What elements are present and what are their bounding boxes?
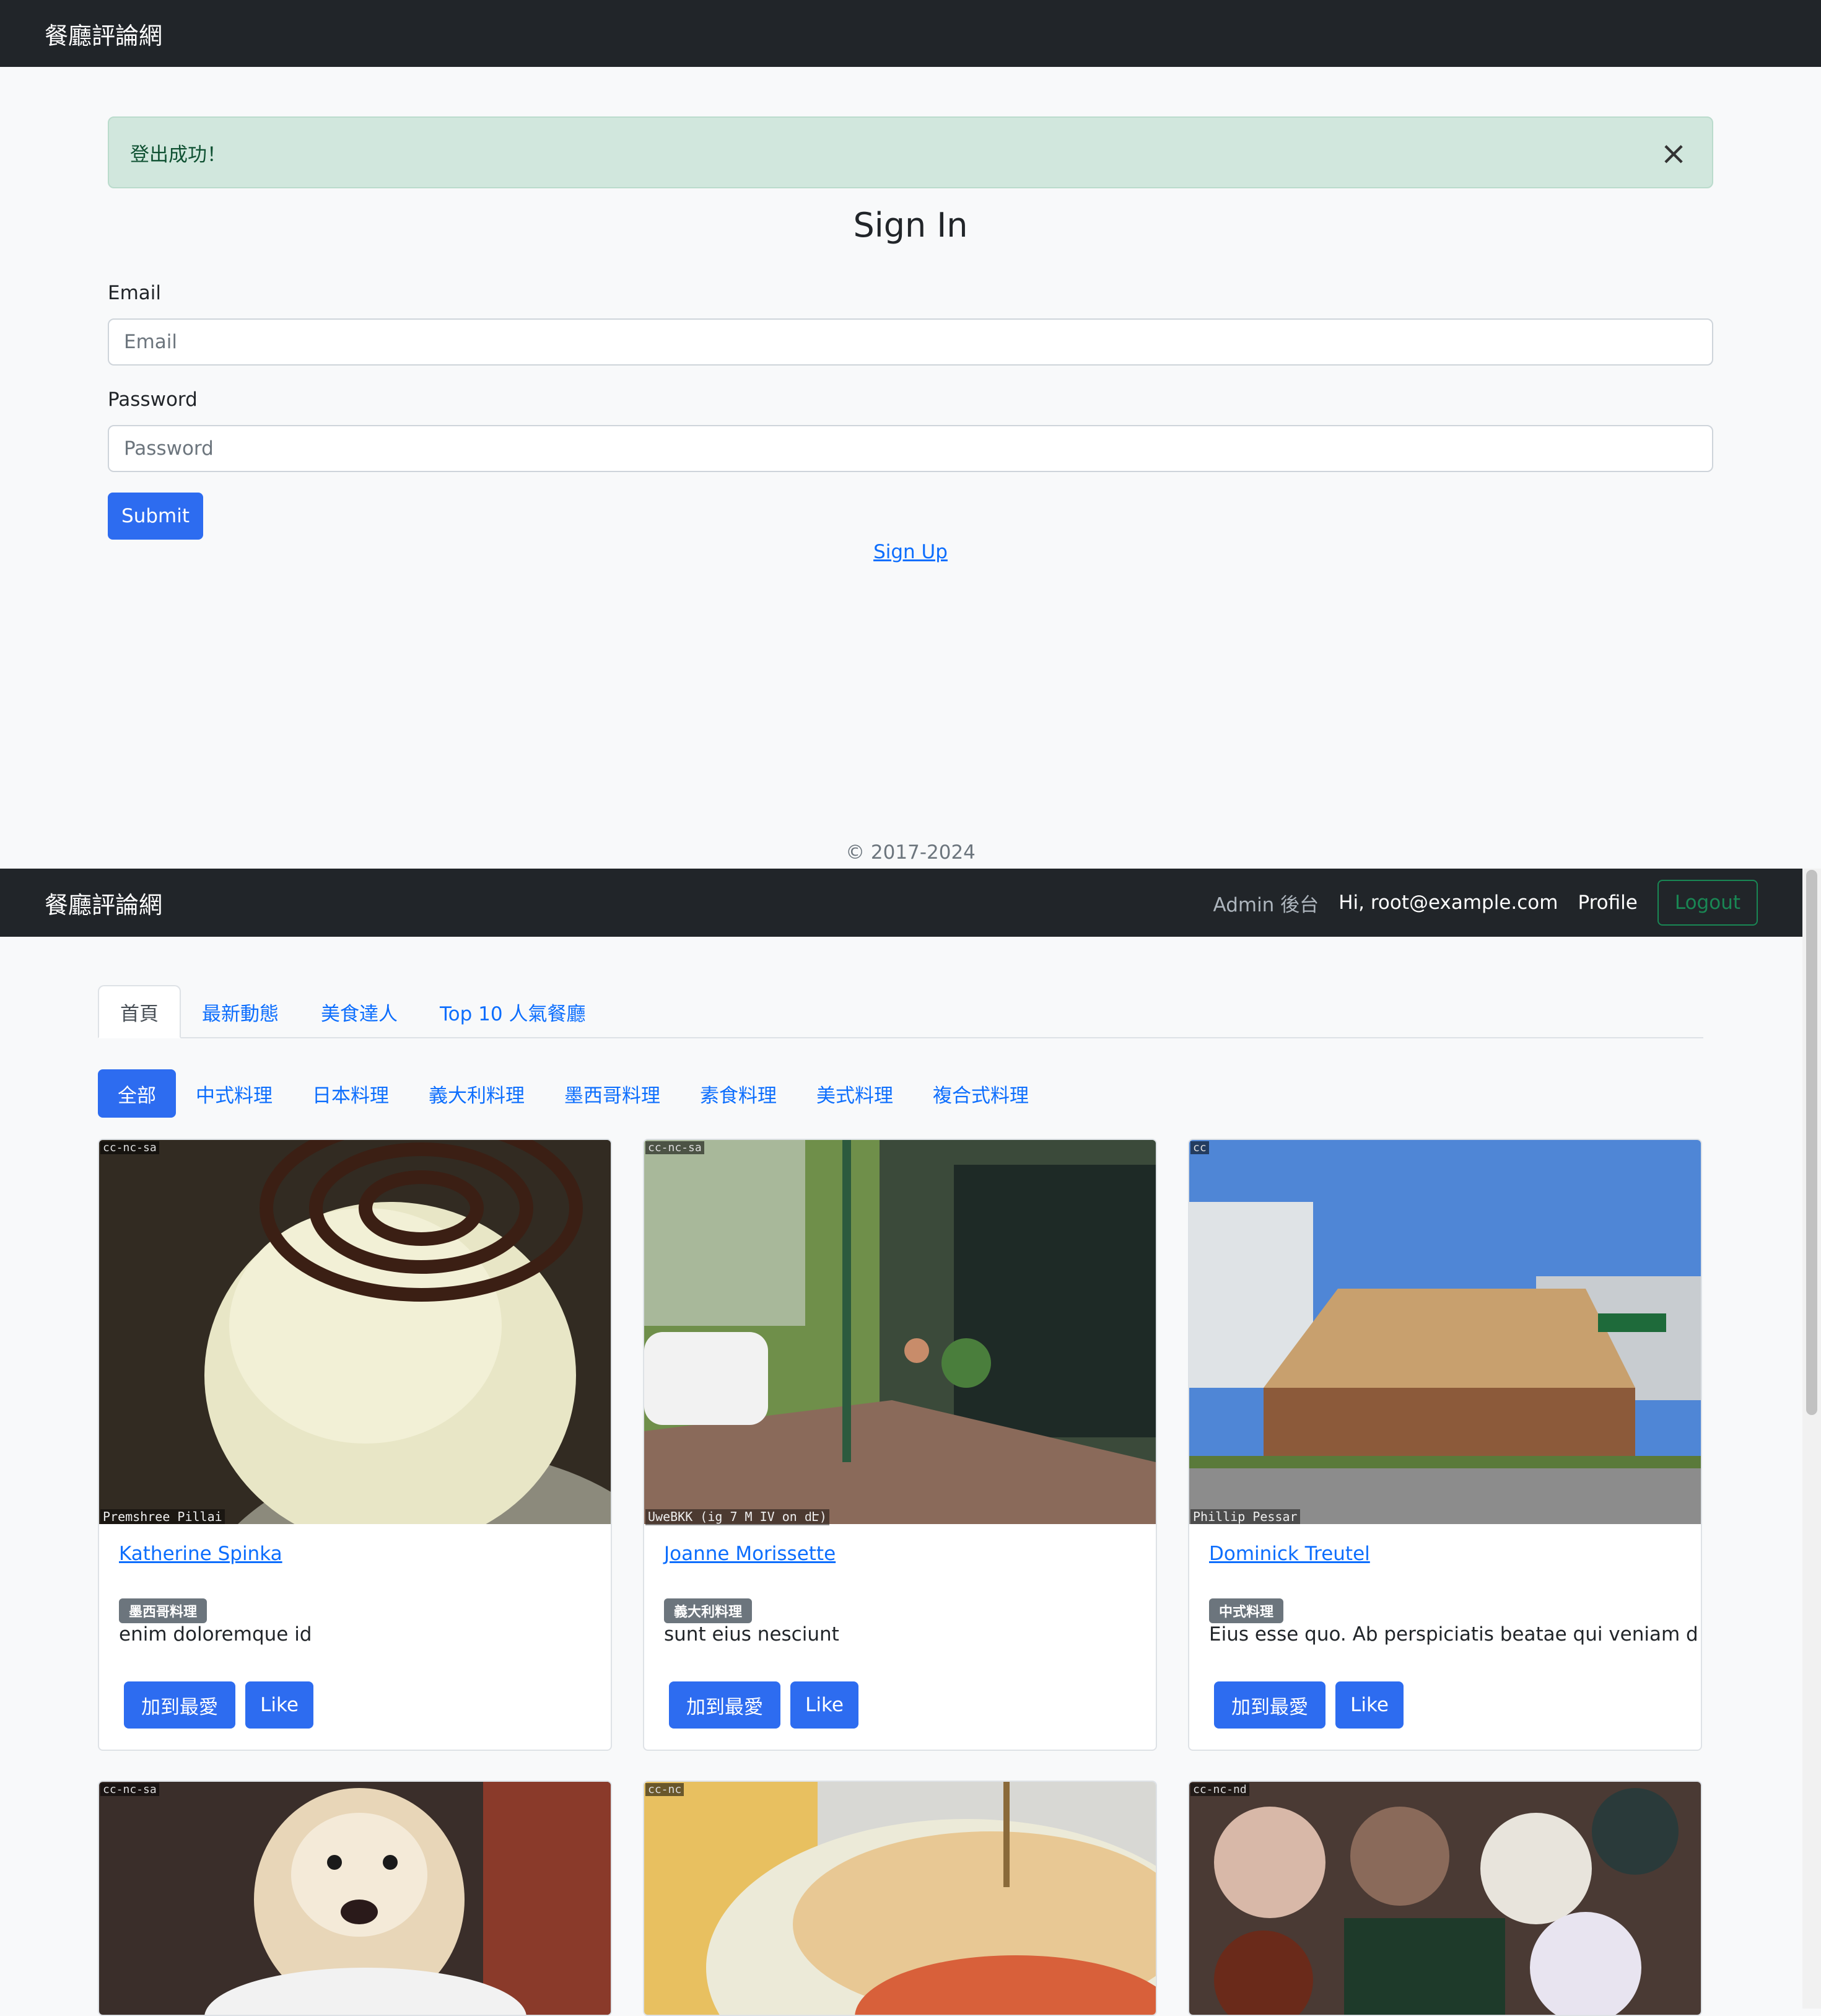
category-chinese[interactable]: 中式料理 — [176, 1069, 292, 1118]
photo-credit: UweBKK (ig 7 M IV on ԁԷ) — [645, 1509, 829, 1525]
category-mexican[interactable]: 墨西哥料理 — [544, 1069, 680, 1118]
category-fusion[interactable]: 複合式料理 — [913, 1069, 1049, 1118]
like-button[interactable]: Like — [245, 1681, 313, 1729]
restaurant-image[interactable] — [1189, 1140, 1701, 1524]
restaurant-name[interactable]: Dominick Treutel — [1209, 1543, 1370, 1565]
profile-link[interactable]: Profile — [1578, 892, 1637, 914]
category-badge: 義大利料理 — [664, 1598, 753, 1623]
main-tabs: 首頁 最新動態 美食達人 Top 10 人氣餐廳 — [98, 985, 1703, 1038]
category-italian[interactable]: 義大利料理 — [409, 1069, 544, 1118]
photo-credit: Premshree Pillai — [100, 1509, 225, 1524]
add-favorite-button[interactable]: 加到最愛 — [1214, 1681, 1325, 1729]
close-icon[interactable]: × — [1656, 136, 1691, 171]
category-filter: 全部 中式料理 日本料理 義大利料理 墨西哥料理 素食料理 美式料理 複合式料理 — [98, 1069, 1049, 1118]
logout-success-alert: 登出成功！ × — [108, 116, 1713, 188]
category-japanese[interactable]: 日本料理 — [292, 1069, 409, 1118]
brand-logo[interactable]: 餐廳評論網 — [45, 17, 162, 51]
submit-button[interactable]: Submit — [108, 493, 203, 540]
password-label: Password — [108, 388, 198, 411]
restaurant-image[interactable] — [644, 1782, 1156, 2016]
license-label: cc-nc-sa — [100, 1783, 159, 1796]
tab-feeds[interactable]: 最新動態 — [181, 985, 300, 1038]
restaurant-card: cc-nc-nd — [1188, 1781, 1702, 2016]
restaurant-name[interactable]: Joanne Morissette — [664, 1543, 836, 1565]
restaurant-card: cc-nc-sa Premshree Pillai Katherine Spin… — [98, 1139, 612, 1751]
license-label: cc-nc-nd — [1190, 1783, 1249, 1796]
restaurant-image[interactable] — [99, 1140, 611, 1524]
license-label: cc — [1190, 1141, 1209, 1154]
category-badge: 墨西哥料理 — [119, 1598, 207, 1623]
restaurant-image[interactable] — [644, 1140, 1156, 1524]
license-label: cc-nc-sa — [645, 1141, 704, 1154]
email-label: Email — [108, 282, 162, 304]
home-navbar: 餐廳評論網 Admin 後台 Hi, root@example.com Prof… — [0, 869, 1802, 937]
restaurant-description: Eius esse quo. Ab perspiciatis beatae qu… — [1209, 1623, 1698, 1646]
restaurant-image[interactable] — [99, 1782, 611, 2016]
category-vegetarian[interactable]: 素食料理 — [680, 1069, 797, 1118]
restaurant-card: cc-nc — [643, 1781, 1157, 2016]
restaurant-card: cc Phillip Pessar Dominick Treutel 中式料理 … — [1188, 1139, 1702, 1751]
brand-logo[interactable]: 餐廳評論網 — [45, 886, 162, 920]
license-label: cc-nc — [645, 1783, 684, 1796]
logout-button[interactable]: Logout — [1657, 880, 1758, 926]
add-favorite-button[interactable]: 加到最愛 — [669, 1681, 780, 1729]
restaurant-image[interactable] — [1189, 1782, 1701, 2016]
tab-top-users[interactable]: 美食達人 — [300, 985, 419, 1038]
restaurant-card: cc-nc-sa — [98, 1781, 612, 2016]
alert-message: 登出成功！ — [130, 143, 226, 166]
restaurant-description: enim doloremque id — [119, 1623, 312, 1646]
category-american[interactable]: 美式料理 — [797, 1069, 913, 1118]
restaurant-description: sunt eius nesciunt — [664, 1623, 839, 1646]
tab-home[interactable]: 首頁 — [98, 985, 181, 1038]
like-button[interactable]: Like — [1335, 1681, 1404, 1729]
restaurant-name[interactable]: Katherine Spinka — [119, 1543, 282, 1565]
scrollbar-thumb[interactable] — [1806, 870, 1817, 1415]
category-all[interactable]: 全部 — [98, 1069, 176, 1118]
page-title: Sign In — [853, 206, 968, 245]
password-field[interactable]: Password — [108, 425, 1713, 472]
top-navbar: 餐廳評論網 — [0, 0, 1821, 67]
user-greeting[interactable]: Hi, root@example.com — [1338, 892, 1558, 914]
license-label: cc-nc-sa — [100, 1141, 159, 1154]
email-field[interactable]: Email — [108, 318, 1713, 366]
admin-link[interactable]: Admin 後台 — [1213, 889, 1319, 917]
add-favorite-button[interactable]: 加到最愛 — [124, 1681, 235, 1729]
like-button[interactable]: Like — [790, 1681, 858, 1729]
signup-link-text[interactable]: Sign Up — [873, 541, 948, 563]
signup-link: Sign Up — [0, 541, 1821, 563]
category-badge: 中式料理 — [1209, 1598, 1284, 1623]
photo-credit: Phillip Pessar — [1190, 1509, 1300, 1524]
nav-right: Admin 後台 Hi, root@example.com Profile Lo… — [1213, 869, 1758, 937]
copyright: © 2017-2024 — [845, 841, 976, 864]
tab-top-restaurants[interactable]: Top 10 人氣餐廳 — [419, 985, 606, 1038]
restaurant-card: cc-nc-sa UweBKK (ig 7 M IV on ԁԷ) Joanne… — [643, 1139, 1157, 1751]
